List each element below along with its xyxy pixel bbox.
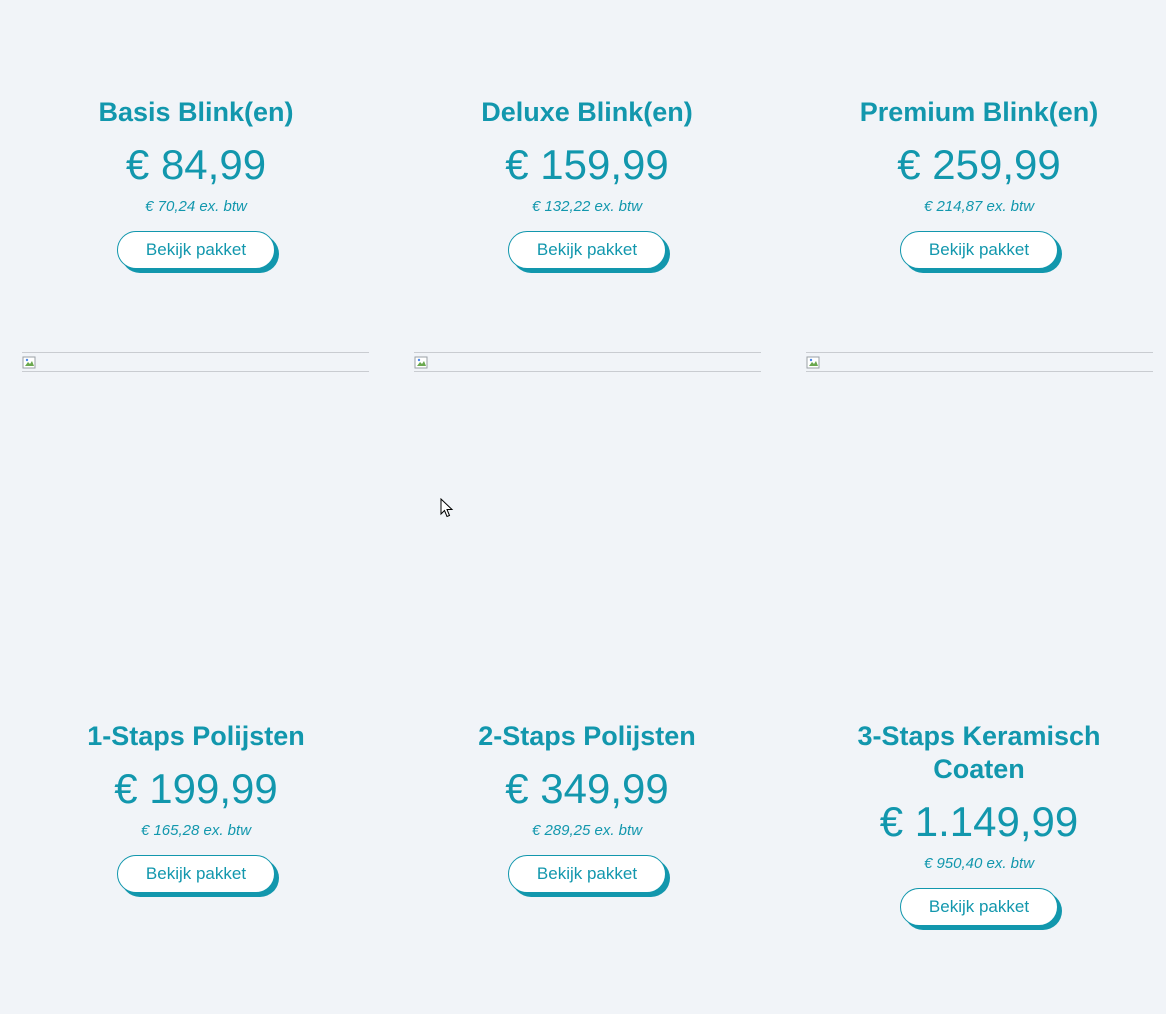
package-price-ex-btw: € 165,28 ex. btw — [140, 822, 252, 839]
package-price: € 84,99 — [125, 141, 267, 188]
view-package-button[interactable]: Bekijk pakket — [117, 231, 275, 269]
view-package-button[interactable]: Bekijk pakket — [508, 855, 666, 893]
package-card-basis: Basis Blink(en) € 84,99 € 70,24 ex. btw … — [0, 96, 392, 269]
view-package-button[interactable]: Bekijk pakket — [117, 855, 275, 893]
package-card-1-staps: 1-Staps Polijsten € 199,99 € 165,28 ex. … — [0, 720, 392, 893]
package-price: € 159,99 — [505, 141, 669, 188]
package-price-ex-btw: € 132,22 ex. btw — [531, 198, 643, 215]
package-image-placeholder — [806, 352, 1153, 372]
package-card-premium: Premium Blink(en) € 259,99 € 214,87 ex. … — [783, 96, 1166, 269]
mouse-cursor-icon — [440, 498, 454, 518]
package-image-placeholder — [414, 352, 761, 372]
package-price: € 349,99 — [505, 765, 669, 812]
package-title: 3-Staps Keramisch Coaten — [857, 721, 1101, 784]
broken-image-icon — [414, 356, 428, 369]
view-package-button[interactable]: Bekijk pakket — [900, 231, 1058, 269]
package-price: € 1.149,99 — [879, 798, 1079, 845]
package-title: Deluxe Blink(en) — [481, 97, 693, 127]
package-price-ex-btw: € 950,40 ex. btw — [923, 855, 1035, 872]
package-title: 2-Staps Polijsten — [478, 721, 696, 751]
package-title: 1-Staps Polijsten — [87, 721, 305, 751]
package-price: € 259,99 — [897, 141, 1061, 188]
package-title: Premium Blink(en) — [859, 97, 1099, 127]
view-package-button[interactable]: Bekijk pakket — [900, 888, 1058, 926]
package-price-ex-btw: € 289,25 ex. btw — [531, 822, 643, 839]
broken-image-icon — [806, 356, 820, 369]
package-price-ex-btw: € 214,87 ex. btw — [923, 198, 1035, 215]
package-title: Basis Blink(en) — [98, 97, 294, 127]
package-card-3-staps: 3-Staps Keramisch Coaten € 1.149,99 € 95… — [833, 720, 1125, 926]
package-price-ex-btw: € 70,24 ex. btw — [145, 198, 247, 215]
package-price: € 199,99 — [114, 765, 278, 812]
view-package-button[interactable]: Bekijk pakket — [508, 231, 666, 269]
broken-image-icon — [22, 356, 36, 369]
package-card-deluxe: Deluxe Blink(en) € 159,99 € 132,22 ex. b… — [391, 96, 783, 269]
package-card-2-staps: 2-Staps Polijsten € 349,99 € 289,25 ex. … — [391, 720, 783, 893]
package-image-placeholder — [22, 352, 369, 372]
